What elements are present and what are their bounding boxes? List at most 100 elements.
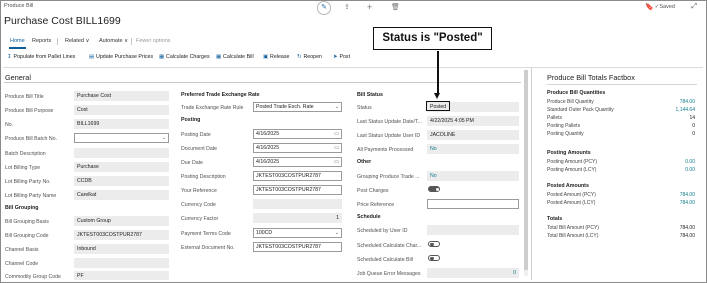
tab-separator [57, 38, 58, 45]
divider [547, 84, 697, 85]
posting-description-field[interactable]: JKTEST003COSTPUR2787 [253, 171, 342, 181]
expand-icon[interactable]: ⤢ [691, 3, 697, 11]
field-label: Price Reference [357, 202, 395, 208]
last-status-user-field[interactable]: JACOLINE [427, 130, 519, 140]
scheduled-calculate-bill-toggle[interactable] [428, 255, 440, 261]
field-label: Status [357, 105, 372, 111]
scrollbar[interactable] [524, 70, 528, 276]
factbox-label: Produce Bill Quantity [547, 99, 594, 105]
tab-separator [131, 38, 132, 45]
posting-amount-lcy-value[interactable]: 0.00 [685, 167, 695, 173]
your-reference-field[interactable]: JKTEST003COSTPUR2787 [253, 185, 342, 195]
posting-heading: Posting [181, 117, 201, 123]
posted-amount-lcy-value[interactable]: 784.00 [680, 200, 695, 206]
status-highlight-box [426, 101, 450, 111]
calculate-bill-button[interactable]: ▦ Calculate Bill [216, 54, 254, 60]
field-label: Currency Factor [181, 216, 219, 222]
scrollbar-thumb[interactable] [524, 70, 528, 270]
tab-home[interactable]: Home [10, 38, 25, 44]
posting-amount-pcy-value[interactable]: 0.00 [685, 159, 695, 165]
chevron-down-icon: ⌄ [334, 104, 339, 110]
scheduled-calculate-charges-toggle[interactable] [428, 241, 440, 247]
calculate-charges-button[interactable]: ▦ Calculate Charges [159, 54, 210, 60]
grouping-trade-field[interactable]: No [427, 171, 519, 181]
field-label: Posting Date [181, 132, 211, 138]
populate-button[interactable]: ↧ Populate from Pallet Lines [7, 54, 75, 60]
document-date-field[interactable]: 4/16/2025 ▭ [253, 143, 342, 153]
toggle-knob [435, 187, 439, 191]
field-label: External Document No. [181, 245, 235, 251]
field-label: Trade Exchange Rate Rule [181, 105, 244, 111]
standard-outer-pack-value[interactable]: 1,144.64 [676, 107, 695, 113]
edit-icon[interactable]: ✎ [317, 1, 331, 15]
fx-heading: Preferred Trade Exchange Rate [181, 92, 260, 98]
factbox-label: Posting Quantity [547, 131, 584, 137]
bookmark-icon[interactable]: 🔖 [645, 3, 654, 11]
lot-billing-party-no-field[interactable]: CCDB [74, 176, 169, 186]
batch-description-field[interactable] [74, 148, 169, 158]
payment-terms-select[interactable]: 100CD ⌄ [253, 228, 342, 238]
schedule-heading: Schedule [357, 214, 381, 220]
general-section-title[interactable]: General [5, 73, 31, 82]
update-prices-button[interactable]: ▤ Update Purchase Prices [89, 54, 153, 60]
all-payments-processed-field[interactable]: No [427, 144, 519, 154]
post-icon: ➤ [333, 54, 338, 60]
lot-billing-party-name-field[interactable]: Carelkat [74, 190, 169, 200]
tab-automate[interactable]: Automate ∨ [99, 38, 128, 44]
chevron-down-icon: ⌄ [161, 135, 166, 141]
saved-status: ✓Saved [654, 4, 675, 10]
channel-basis-field[interactable]: Inbound [74, 244, 169, 254]
tab-fewer-options[interactable]: Fewer options [136, 38, 171, 44]
channel-code-field[interactable] [74, 258, 169, 268]
post-charges-toggle[interactable] [428, 186, 440, 192]
field-label: Produce Bill Title [5, 94, 44, 100]
delete-icon[interactable]: 🗑 [391, 3, 400, 11]
due-date-field[interactable]: 4/16/2025 ▭ [253, 157, 342, 167]
release-button[interactable]: ▣ Release [263, 54, 289, 60]
bill-grouping-code-field[interactable]: JKTEST003COSTPUR2787 [74, 230, 169, 240]
bill-status-heading: Bill Status [357, 92, 383, 98]
currency-code-field[interactable] [253, 199, 342, 209]
no-field[interactable]: BILL1699 [74, 119, 169, 129]
field-label: Payment Terms Code [181, 231, 231, 237]
calendar-icon[interactable]: ▭ [334, 144, 339, 152]
job-queue-errors-field[interactable]: 0 [427, 268, 519, 278]
produce-bill-title-field[interactable]: Purchase Cost [74, 91, 169, 101]
toggle-knob [430, 242, 434, 246]
calendar-icon[interactable]: ▭ [334, 130, 339, 138]
produce-bill-purpose-field[interactable]: Cost [74, 105, 169, 115]
commodity-group-code-field[interactable]: PF [74, 271, 169, 280]
posting-quantity-value: 0 [692, 131, 695, 137]
factbox-label: Standard Outer Pack Quantity [547, 107, 614, 113]
posting-date-field[interactable]: 4/16/2025 ▭ [253, 129, 342, 139]
tab-reports[interactable]: Reports [32, 38, 51, 44]
annotation-arrow [437, 51, 439, 95]
share-icon[interactable]: ⇪ [344, 3, 350, 11]
last-status-update-field[interactable]: 4/22/2025 4:05 PM [427, 116, 519, 126]
field-label: Lot Billing Party No. [5, 179, 51, 185]
price-reference-field[interactable] [427, 199, 519, 209]
bill-grouping-basis-field[interactable]: Custom Group [74, 216, 169, 226]
post-button[interactable]: ➤ Post [333, 54, 350, 60]
calendar-icon[interactable]: ▭ [334, 158, 339, 166]
scheduled-by-user-field[interactable] [427, 225, 519, 235]
active-tab-indicator [9, 47, 26, 49]
lot-billing-type-field[interactable]: Purchase [74, 162, 169, 172]
posted-amount-pcy-value[interactable]: 784.00 [680, 192, 695, 198]
exchange-rate-rule-select[interactable]: Posted Trade Exch. Rate ⌄ [253, 102, 342, 112]
action-bar: ↧ Populate from Pallet Lines ▤ Update Purc… [0, 52, 707, 64]
field-label: Currency Code [181, 202, 216, 208]
external-document-no-field[interactable]: JKTEST003COSTPUR2787 [253, 242, 342, 252]
tab-related[interactable]: Related ∨ [65, 38, 90, 44]
release-icon: ▣ [263, 54, 269, 60]
currency-factor-field[interactable]: 1 [253, 213, 342, 223]
breadcrumb[interactable]: Produce Bill [4, 3, 33, 9]
produce-bill-quantity-value[interactable]: 784.00 [680, 99, 695, 105]
factbox-title: Produce Bill Totals Factbox [547, 73, 635, 82]
add-icon[interactable]: + [367, 2, 372, 12]
field-label: Bill Grouping Basis [5, 219, 49, 225]
reopen-button[interactable]: ↻ Reopen [297, 54, 322, 60]
field-label: Grouping Produce Trade ... [357, 174, 420, 180]
field-label: Batch Description [5, 151, 46, 157]
batch-no-select[interactable]: ⌄ [74, 133, 169, 143]
